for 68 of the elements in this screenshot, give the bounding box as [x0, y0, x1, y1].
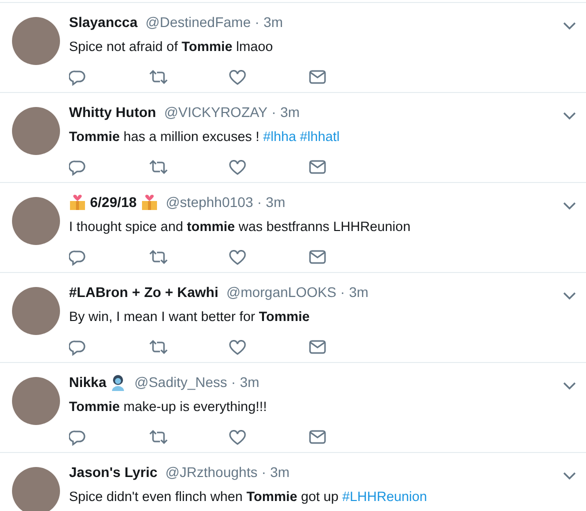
hashtag-link[interactable]: #lhha	[263, 129, 296, 144]
chevron-down-icon[interactable]	[563, 112, 576, 120]
heart-icon[interactable]	[229, 340, 246, 356]
tweet-text: By win, I mean I want better for Tommie	[69, 308, 311, 326]
reply-icon[interactable]	[69, 430, 86, 446]
retweet-icon[interactable]	[149, 70, 168, 84]
user-name[interactable]: Jason's Lyric	[69, 462, 158, 483]
chevron-down-icon[interactable]	[563, 202, 576, 210]
separator-dot: ·	[254, 13, 260, 32]
timestamp[interactable]: 3m	[280, 102, 300, 123]
envelope-icon[interactable]	[309, 250, 326, 264]
heart-icon[interactable]	[229, 160, 246, 176]
retweet-icon[interactable]	[149, 430, 168, 444]
user-handle[interactable]: @morganLOOKS	[226, 282, 336, 303]
avatar[interactable]	[12, 17, 60, 65]
avatar[interactable]	[12, 287, 60, 335]
separator-dot: ·	[231, 373, 236, 392]
separator-dot: ·	[340, 283, 345, 302]
user-handle[interactable]: @JRzthoughts	[165, 462, 258, 483]
user-name[interactable]: Nikka	[69, 372, 106, 393]
heart-icon[interactable]	[229, 430, 246, 446]
envelope-icon[interactable]	[309, 160, 326, 174]
hashtag-link[interactable]: #lhhatl	[300, 129, 340, 144]
retweet-icon[interactable]	[149, 250, 168, 264]
chevron-down-icon[interactable]	[563, 22, 576, 30]
reply-icon[interactable]	[69, 70, 86, 86]
envelope-icon[interactable]	[309, 340, 326, 354]
separator-dot: ·	[257, 193, 262, 212]
avatar[interactable]	[12, 377, 60, 425]
user-name[interactable]: #LABron + Zo + Kawhi	[69, 282, 218, 303]
separator-dot: ·	[261, 463, 266, 482]
reply-icon[interactable]	[69, 340, 86, 356]
timestamp[interactable]: 3m	[240, 372, 260, 393]
tweet-text: Tommie has a million excuses ! #lhha #lhhatl	[69, 128, 341, 146]
user-name[interactable]: 6/29/18	[90, 192, 137, 213]
envelope-icon[interactable]	[309, 70, 326, 84]
tweet-text: Tommie make-up is everything!!!	[69, 398, 268, 416]
timestamp[interactable]: 3m	[348, 282, 368, 303]
tweet-text: I thought spice and tommie was bestfranns LHHReunion	[69, 218, 412, 236]
chevron-down-icon[interactable]	[563, 382, 576, 390]
user-handle[interactable]: @VICKYROZAY	[164, 102, 268, 123]
avatar[interactable]	[12, 467, 60, 511]
hashtag-link[interactable]: #LHHReunion	[342, 489, 428, 504]
heart-icon[interactable]	[229, 70, 246, 86]
timestamp[interactable]: 3m	[270, 462, 290, 483]
avatar[interactable]	[12, 107, 60, 155]
reply-icon[interactable]	[69, 160, 86, 176]
tweet-text: Spice didn't even flinch when Tommie got up #LHHReunion	[69, 488, 428, 506]
chevron-down-icon[interactable]	[563, 472, 576, 480]
envelope-icon[interactable]	[309, 430, 326, 444]
timestamp[interactable]: 3m	[266, 192, 286, 213]
user-name[interactable]: Slayancca	[69, 12, 138, 33]
timestamp[interactable]: 3m	[263, 12, 283, 33]
retweet-icon[interactable]	[149, 160, 168, 174]
retweet-icon[interactable]	[149, 340, 168, 354]
tweet-text: Spice not afraid of Tommie lmaoo	[69, 38, 274, 56]
user-name[interactable]: Whitty Huton	[69, 102, 156, 123]
avatar[interactable]	[12, 197, 60, 245]
user-handle[interactable]: @DestinedFame	[146, 12, 251, 33]
separator-dot: ·	[272, 103, 276, 122]
gift-heart-emoji-icon	[69, 194, 86, 211]
user-handle[interactable]: @stephh0103	[166, 192, 254, 213]
gift-heart-emoji-icon	[140, 194, 158, 211]
person-emoji-icon	[110, 374, 126, 391]
reply-icon[interactable]	[69, 250, 86, 266]
chevron-down-icon[interactable]	[563, 292, 576, 300]
heart-icon[interactable]	[229, 250, 246, 266]
user-handle[interactable]: @Sadity_Ness	[134, 372, 228, 393]
